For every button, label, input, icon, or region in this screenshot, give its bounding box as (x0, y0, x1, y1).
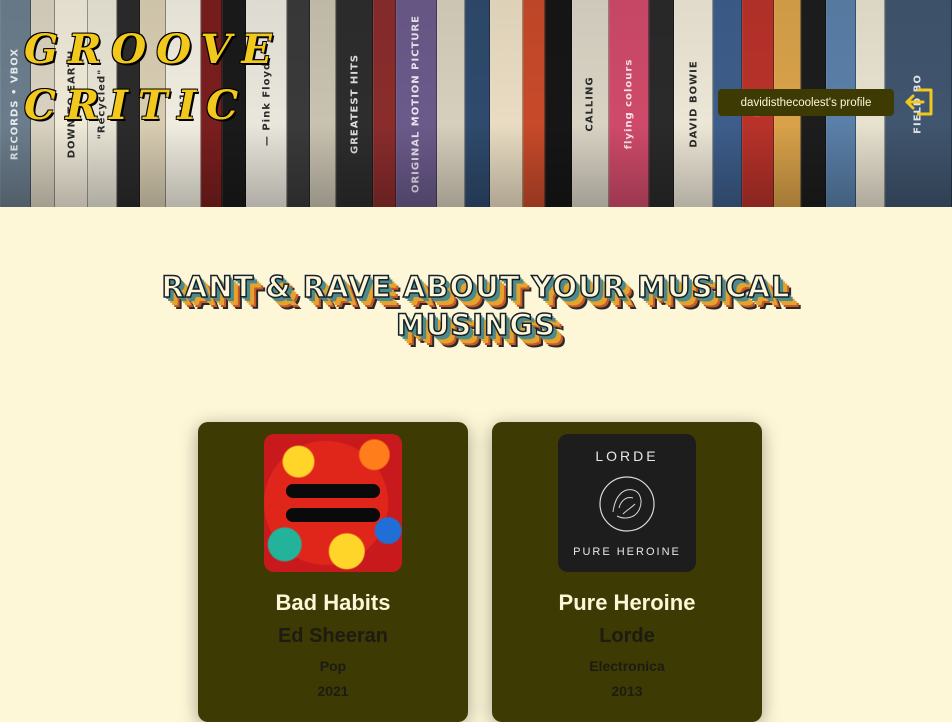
album-title: Bad Habits (275, 590, 391, 615)
pure-heroine-cover-art: LORDE PURE HEROINE (558, 434, 696, 572)
album-artist: Ed Sheeran (277, 625, 389, 647)
record-spine (522, 0, 546, 207)
record-spine (649, 0, 675, 207)
spine-label: RECORDS • VBOX (9, 47, 21, 160)
album-genre: Electronica (589, 658, 665, 674)
cover-artist-text: LORDE (595, 448, 659, 464)
album-artist: Lorde (599, 625, 655, 647)
logout-icon[interactable] (904, 86, 936, 118)
album-card-bad-habits[interactable]: Bad Habits Ed Sheeran Pop 2021 (198, 422, 468, 722)
record-spine (489, 0, 523, 207)
record-spine (465, 0, 490, 207)
record-spine: DAVID BOWIE (674, 0, 713, 207)
page-heading: RANT & RAVE ABOUT YOUR MUSICAL MUSINGS (161, 269, 791, 343)
header-banner: RECORDS • VBOX DOWN TO EARTH "Recycled" 781… (0, 0, 952, 207)
album-title: Pure Heroine (558, 590, 696, 615)
record-spine: GREATEST HITS (336, 0, 374, 207)
bad-habits-cover-art (264, 434, 402, 572)
record-spine (373, 0, 396, 207)
record-spine (309, 0, 337, 207)
site-logo[interactable]: GROOVE CRITIC (24, 22, 282, 134)
album-card-pure-heroine[interactable]: LORDE PURE HEROINE Pure Heroine Lorde El… (492, 422, 762, 722)
album-year: 2021 (317, 683, 349, 699)
lion-emblem-icon (599, 476, 655, 532)
equals-bar-top (286, 484, 380, 498)
spine-label: flying colours (623, 58, 635, 149)
album-genre: Pop (319, 658, 347, 674)
record-spine (287, 0, 310, 207)
record-spine: ORIGINAL MOTION PICTURE (395, 0, 437, 207)
spine-label: ORIGINAL MOTION PICTURE (410, 14, 422, 193)
profile-button[interactable]: davidisthecoolest's profile (718, 89, 894, 116)
record-spine: flying colours (608, 0, 650, 207)
album-cover[interactable] (264, 434, 402, 572)
album-year: 2013 (611, 683, 643, 699)
spine-label: CALLING (584, 75, 596, 132)
equals-bar-bottom (286, 508, 380, 522)
record-spine: CALLING (572, 0, 609, 207)
record-spine (545, 0, 573, 207)
album-cover[interactable]: LORDE PURE HEROINE (558, 434, 696, 572)
logo-line-2: CRITIC (24, 82, 249, 129)
spine-label: GREATEST HITS (349, 53, 361, 154)
record-spine (436, 0, 466, 207)
spine-label: DAVID BOWIE (688, 59, 700, 148)
cover-title-text: PURE HEROINE (573, 546, 681, 558)
logo-line-1: GROOVE (24, 26, 282, 73)
